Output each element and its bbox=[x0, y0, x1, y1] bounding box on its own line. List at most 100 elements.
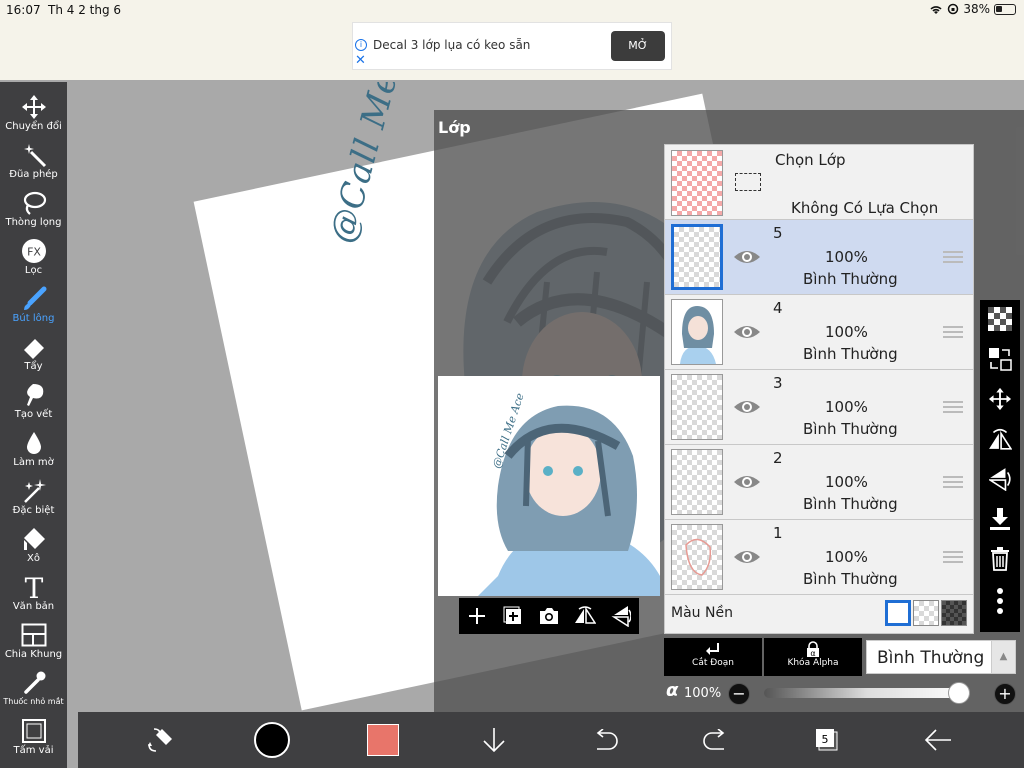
preview-toolbar bbox=[459, 598, 639, 634]
trash-icon bbox=[991, 547, 1009, 571]
tool-label: Đặc biệt bbox=[12, 505, 55, 516]
tool-text[interactable]: T Văn bản bbox=[0, 572, 67, 620]
layer-opacity: 100% bbox=[825, 248, 868, 266]
flip-layer-vertical-button[interactable] bbox=[987, 466, 1013, 492]
transparency-button[interactable] bbox=[987, 306, 1013, 332]
tool-special[interactable]: Đặc biệt bbox=[0, 476, 67, 524]
eye-icon[interactable] bbox=[733, 548, 761, 566]
eye-icon[interactable] bbox=[733, 473, 761, 491]
layer-thumbnail bbox=[671, 224, 723, 290]
background-white-swatch[interactable] bbox=[885, 600, 911, 626]
secondary-color-button[interactable] bbox=[363, 720, 403, 760]
layers-button[interactable]: 5 bbox=[807, 720, 847, 760]
background-transparent-swatch[interactable] bbox=[913, 600, 939, 626]
eyedropper-icon bbox=[23, 671, 45, 694]
alpha-lock-button[interactable]: α Khóa Alpha bbox=[764, 638, 862, 676]
back-button[interactable] bbox=[918, 720, 958, 760]
ad-info-icon[interactable]: i bbox=[355, 39, 367, 51]
layer-row-2[interactable]: 2 100% Bình Thường bbox=[665, 445, 973, 520]
move-layer-button[interactable] bbox=[987, 386, 1013, 412]
background-dark-swatch[interactable] bbox=[941, 600, 967, 626]
clipping-button[interactable]: Cắt Đoạn bbox=[664, 638, 762, 676]
wifi-icon bbox=[930, 5, 942, 14]
layer-thumbnail bbox=[671, 299, 723, 365]
tool-transform[interactable]: Chuyển đổi bbox=[0, 92, 67, 140]
drag-handle-icon[interactable] bbox=[943, 400, 963, 414]
lasso-icon bbox=[23, 191, 46, 215]
ad-close-icon[interactable]: ✕ bbox=[355, 54, 366, 67]
blend-mode-select[interactable]: Bình Thường ▲ bbox=[866, 640, 1016, 674]
opacity-slider[interactable] bbox=[764, 682, 970, 704]
tool-sidebar: Chuyển đổi Đũa phép Thòng lọng FX Lọc Bú… bbox=[0, 82, 67, 768]
flip-vertical-icon bbox=[611, 606, 631, 627]
tool-canvas[interactable]: Tấm vải bbox=[0, 716, 67, 764]
eye-icon[interactable] bbox=[733, 398, 761, 416]
svg-text:FX: FX bbox=[27, 246, 41, 259]
eye-icon[interactable] bbox=[733, 248, 761, 266]
tool-smudge[interactable]: Tạo vết bbox=[0, 380, 67, 428]
drag-handle-icon[interactable] bbox=[943, 250, 963, 264]
primary-color-button[interactable] bbox=[252, 720, 292, 760]
flip-vertical-button[interactable] bbox=[609, 604, 633, 628]
drag-handle-icon[interactable] bbox=[943, 325, 963, 339]
arrow-down-icon bbox=[483, 728, 505, 753]
undo-button[interactable] bbox=[585, 720, 625, 760]
tool-eraser[interactable]: Tẩy bbox=[0, 332, 67, 380]
swap-tools-icon bbox=[148, 728, 172, 752]
download-button[interactable] bbox=[474, 720, 514, 760]
delete-layer-button[interactable] bbox=[987, 546, 1013, 572]
tool-label: Tấm vải bbox=[13, 745, 54, 756]
brush-settings-button[interactable] bbox=[140, 720, 180, 760]
more-options-button[interactable] bbox=[987, 588, 1013, 614]
svg-text:5: 5 bbox=[822, 733, 829, 746]
layers-panel-title: Lớp bbox=[438, 118, 471, 137]
selection-marquee-icon bbox=[735, 173, 761, 191]
layer-blend-mode: Bình Thường bbox=[803, 570, 898, 588]
add-copy-layer-button[interactable] bbox=[501, 604, 525, 628]
layer-row-3[interactable]: 3 100% Bình Thường bbox=[665, 370, 973, 445]
tool-blur[interactable]: Làm mờ bbox=[0, 428, 67, 476]
drag-handle-icon[interactable] bbox=[943, 550, 963, 564]
tool-frame-divider[interactable]: Chia Khung bbox=[0, 620, 67, 668]
layer-number: 4 bbox=[773, 299, 783, 317]
flip-horizontal-icon bbox=[575, 606, 596, 624]
tool-filter[interactable]: FX Lọc bbox=[0, 236, 67, 284]
preview-artwork bbox=[478, 405, 660, 596]
ad-open-button[interactable]: MỞ bbox=[611, 31, 665, 61]
camera-button[interactable] bbox=[537, 604, 561, 628]
layer-row-4[interactable]: 4 100% Bình Thường bbox=[665, 295, 973, 370]
layer-swap-button[interactable] bbox=[987, 346, 1013, 372]
tool-bucket[interactable]: Xô bbox=[0, 524, 67, 572]
layer-row-5[interactable]: 5 100% Bình Thường bbox=[665, 220, 973, 295]
layer-thumbnail-art bbox=[680, 306, 716, 364]
selection-layer-row[interactable]: Chọn Lớp Không Có Lựa Chọn bbox=[665, 145, 973, 220]
layer-row-1[interactable]: 1 100% Bình Thường bbox=[665, 520, 973, 595]
tool-magic-wand[interactable]: Đũa phép bbox=[0, 140, 67, 188]
selection-status: Không Có Lựa Chọn bbox=[791, 199, 939, 217]
layer-actions-bar bbox=[980, 300, 1020, 632]
tool-label: Lọc bbox=[24, 265, 43, 276]
tool-brush[interactable]: Bút lông bbox=[0, 284, 67, 332]
opacity-increase-button[interactable]: + bbox=[994, 683, 1016, 705]
opacity-symbol: α bbox=[666, 680, 679, 701]
ad-banner[interactable]: i ✕ Decal 3 lớp lụa có keo sẵn MỞ bbox=[352, 22, 672, 70]
opacity-slider-knob[interactable] bbox=[948, 682, 970, 704]
eye-icon[interactable] bbox=[733, 323, 761, 341]
redo-button[interactable] bbox=[696, 720, 736, 760]
flip-layer-horizontal-button[interactable] bbox=[987, 426, 1013, 452]
opacity-decrease-button[interactable]: − bbox=[728, 683, 750, 705]
primary-color-swatch bbox=[254, 722, 290, 758]
flip-horizontal-button[interactable] bbox=[573, 604, 597, 628]
layer-opacity: 100% bbox=[825, 473, 868, 491]
drag-handle-icon[interactable] bbox=[943, 475, 963, 489]
layer-thumbnail bbox=[671, 449, 723, 515]
layer-opacity: 100% bbox=[825, 548, 868, 566]
layer-number: 3 bbox=[773, 374, 783, 392]
layer-thumbnail bbox=[671, 374, 723, 440]
flip-vertical-icon bbox=[989, 468, 1011, 491]
add-layer-button[interactable] bbox=[465, 604, 489, 628]
layer-thumbnail-sketch bbox=[685, 538, 712, 576]
tool-eyedropper[interactable]: Thuốc nhỏ mắt bbox=[0, 668, 67, 716]
tool-lasso[interactable]: Thòng lọng bbox=[0, 188, 67, 236]
merge-down-button[interactable] bbox=[987, 506, 1013, 532]
